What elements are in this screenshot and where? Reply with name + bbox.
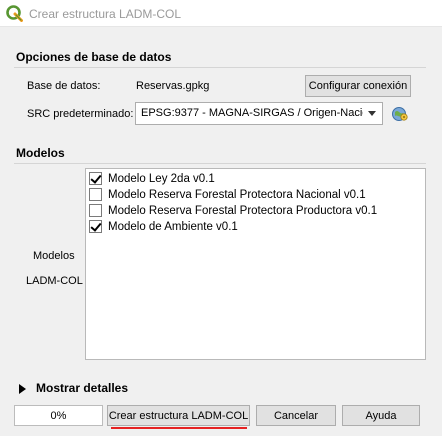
model-checkbox[interactable] [89,188,102,201]
models-section-title: Modelos [16,146,65,160]
models-list[interactable]: Modelo Ley 2da v0.1 Modelo Reserva Fores… [85,168,426,360]
show-details-toggle[interactable]: Mostrar detalles [36,381,128,395]
database-value: Reservas.gpkg [136,80,210,92]
model-item-reserva-productora[interactable]: Modelo Reserva Forestal Protectora Produ… [89,203,377,218]
model-item-ambiente[interactable]: Modelo de Ambiente v0.1 [89,219,238,234]
database-section-divider [14,67,426,68]
crs-select[interactable]: EPSG:9377 - MAGNA-SIRGAS / Origen-Nacion… [135,102,383,125]
progress-text: 0% [50,409,67,422]
cancel-button[interactable]: Cancelar [256,405,336,426]
database-section-title: Opciones de base de datos [16,50,172,64]
model-label: Modelo de Ambiente v0.1 [108,220,238,233]
models-side-label: Modelos [33,250,75,262]
crs-selector-icon [392,106,408,121]
model-checkbox[interactable] [89,204,102,217]
highlight-underline [111,427,247,429]
create-structure-button[interactable]: Crear estructura LADM-COL [107,405,250,426]
models-side-label-ladm: LADM-COL [26,275,83,287]
crs-label: SRC predeterminado: [27,108,134,120]
window-title: Crear estructura LADM-COL [29,7,182,21]
progress-bar: 0% [14,405,103,426]
help-button[interactable]: Ayuda [342,405,420,426]
chevron-down-icon [368,111,376,116]
model-item-ley-2da[interactable]: Modelo Ley 2da v0.1 [89,171,215,186]
title-bar: Crear estructura LADM-COL [0,0,442,27]
database-label: Base de datos: [27,80,101,92]
model-label: Modelo Reserva Forestal Protectora Produ… [108,204,378,217]
model-checkbox[interactable] [89,172,102,185]
model-checkbox[interactable] [89,220,102,233]
configure-connection-button[interactable]: Configurar conexión [305,75,411,97]
model-item-reserva-nacional[interactable]: Modelo Reserva Forestal Protectora Nacio… [89,187,366,202]
crs-select-value: EPSG:9377 - MAGNA-SIRGAS / Origen-Nacion… [141,107,363,119]
qgis-logo-icon [6,5,23,22]
expand-arrow-icon[interactable] [19,384,26,394]
model-label: Modelo Reserva Forestal Protectora Nacio… [108,188,366,201]
models-section-divider [14,163,426,164]
model-label: Modelo Ley 2da v0.1 [108,172,215,185]
crs-selector-button[interactable] [389,102,411,125]
